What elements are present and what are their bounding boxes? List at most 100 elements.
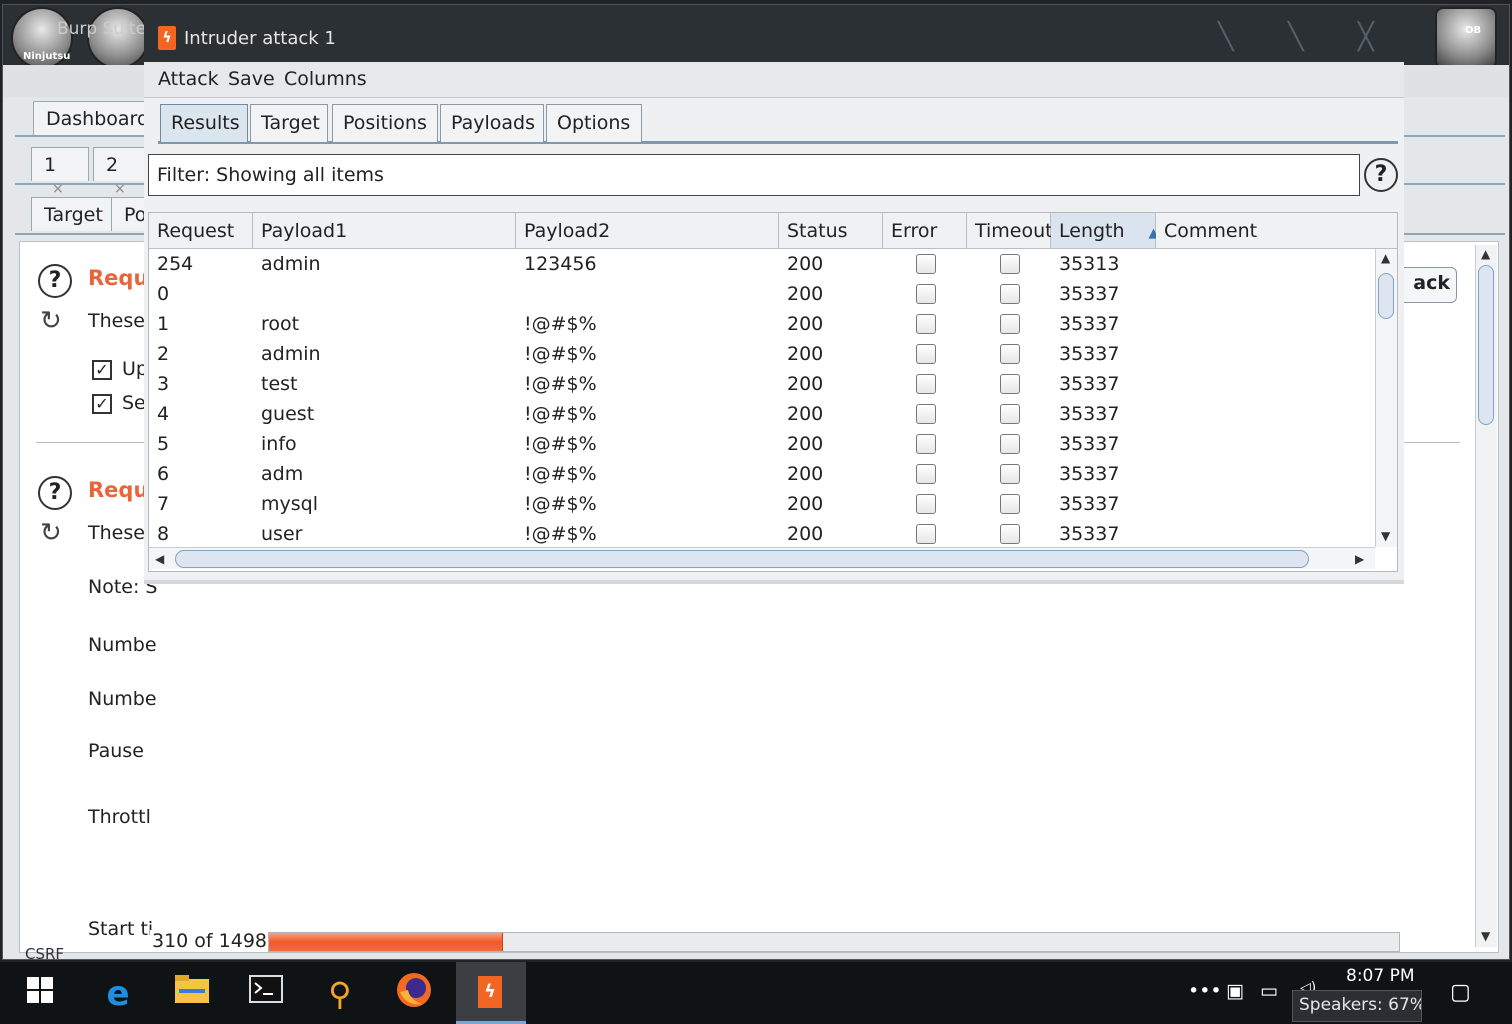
cell-request: 6	[157, 463, 170, 485]
tab-1[interactable]: 1 ×	[31, 147, 89, 197]
scroll-left-arrow-icon[interactable]: ◀	[155, 552, 164, 566]
cell-length: 35313	[1059, 253, 1120, 275]
results-table: Request Payload1 Payload2 Status Error T…	[148, 212, 1398, 572]
filter-help-icon[interactable]: ?	[1364, 158, 1398, 192]
table-row[interactable]: 8 user !@#$% 200 35337	[149, 519, 1375, 549]
tab-positions[interactable]: Positions	[332, 104, 438, 142]
cell-status: 200	[787, 313, 824, 335]
search-icon[interactable]: ⚲	[318, 972, 362, 1016]
main-vertical-scrollbar[interactable]: ▲ ▼	[1475, 245, 1497, 947]
col-timeout[interactable]: Timeout	[967, 213, 1053, 249]
table-row[interactable]: 7 mysql !@#$% 200 35337	[149, 489, 1375, 519]
cell-request: 7	[157, 493, 170, 515]
cell-payload2: !@#$%	[524, 433, 597, 455]
col-payload1[interactable]: Payload1	[253, 213, 516, 249]
network-tray-icon[interactable]: ▭	[1260, 980, 1278, 1002]
windows-start-icon[interactable]	[18, 972, 62, 1016]
taskbar-clock[interactable]: 8:07 PM	[1346, 966, 1415, 986]
maximize-icon[interactable]: ╲	[1288, 22, 1304, 52]
tray-overflow-icon[interactable]: •••	[1188, 980, 1222, 1002]
cell-payload2: !@#$%	[524, 463, 597, 485]
burp-icon: ϟ	[478, 976, 502, 1008]
minimize-icon[interactable]: ╲	[1218, 22, 1234, 52]
table-vertical-scrollbar[interactable]: ▲ ▼	[1375, 249, 1397, 547]
help-icon[interactable]: ?	[38, 264, 72, 298]
col-comment[interactable]: Comment	[1156, 213, 1397, 249]
menu-attack[interactable]: Attack	[158, 68, 219, 90]
error-checkbox	[916, 254, 936, 274]
table-row[interactable]: 1 root !@#$% 200 35337	[149, 309, 1375, 339]
timeout-checkbox	[1000, 524, 1020, 544]
tab-2[interactable]: 2 ×	[93, 147, 147, 197]
table-row[interactable]: 254 admin 123456 200 35313	[149, 249, 1375, 279]
menu-columns[interactable]: Columns	[284, 68, 367, 90]
cell-payload2: !@#$%	[524, 343, 597, 365]
tab-payloads[interactable]: Payloads	[440, 104, 544, 142]
col-error[interactable]: Error	[883, 213, 967, 249]
cell-request: 254	[157, 253, 194, 275]
terminal-icon[interactable]	[244, 972, 288, 1016]
cell-request: 0	[157, 283, 170, 305]
timeout-checkbox	[1000, 284, 1020, 304]
table-row[interactable]: 5 info !@#$% 200 35337	[149, 429, 1375, 459]
file-explorer-icon[interactable]	[170, 972, 214, 1016]
close-icon[interactable]: ╳	[1358, 22, 1374, 52]
tab-options[interactable]: Options	[546, 104, 642, 142]
help-icon[interactable]: ?	[38, 476, 72, 510]
set-connection-checkbox[interactable]: ✓	[92, 394, 112, 414]
restore-defaults-icon[interactable]: ↻	[40, 518, 62, 548]
table-vscroll-thumb[interactable]	[1378, 273, 1394, 319]
edge-icon[interactable]: e	[96, 972, 140, 1016]
tab-target[interactable]: Target	[250, 104, 328, 142]
col-request[interactable]: Request	[149, 213, 253, 249]
col-payload2[interactable]: Payload2	[516, 213, 779, 249]
scroll-down-arrow-icon[interactable]: ▼	[1381, 529, 1390, 543]
table-row[interactable]: 0 200 35337	[149, 279, 1375, 309]
cell-status: 200	[787, 463, 824, 485]
tab-results[interactable]: Results	[160, 104, 248, 142]
cell-payload1: admin	[261, 343, 321, 365]
burp-taskbar-button[interactable]: ϟ	[456, 962, 526, 1024]
main-scroll-thumb[interactable]	[1478, 265, 1494, 425]
table-row[interactable]: 3 test !@#$% 200 35337	[149, 369, 1375, 399]
attack-titlebar: ϟ Intruder attack 1 ╲ ╲ ╳	[144, 14, 1404, 62]
security-tray-icon[interactable]: ▣	[1226, 980, 1244, 1002]
pane-splitter[interactable]	[144, 580, 1404, 584]
cell-payload1: admin	[261, 253, 321, 275]
ob-desktop-icon[interactable]	[1435, 7, 1497, 69]
table-hscroll-thumb[interactable]	[175, 550, 1309, 568]
error-checkbox	[916, 344, 936, 364]
firefox-icon[interactable]	[392, 972, 436, 1016]
tab-target[interactable]: Target	[31, 197, 116, 231]
tab-dashboard[interactable]: Dashboard	[33, 101, 163, 135]
attack-window-title: Intruder attack 1	[184, 28, 336, 49]
col-length[interactable]: Length ▲	[1051, 213, 1159, 249]
update-content-length-checkbox[interactable]: ✓	[92, 360, 112, 380]
results-filter-bar[interactable]: Filter: Showing all items	[148, 154, 1360, 196]
scroll-down-arrow-icon[interactable]: ▼	[1481, 929, 1490, 943]
table-row[interactable]: 2 admin !@#$% 200 35337	[149, 339, 1375, 369]
cell-length: 35337	[1059, 433, 1120, 455]
cell-status: 200	[787, 373, 824, 395]
cell-payload2: !@#$%	[524, 493, 597, 515]
scroll-right-arrow-icon[interactable]: ▶	[1355, 552, 1364, 566]
scroll-up-arrow-icon[interactable]: ▲	[1481, 247, 1490, 261]
error-checkbox	[916, 434, 936, 454]
timeout-checkbox	[1000, 434, 1020, 454]
action-center-icon[interactable]: ▢	[1450, 980, 1471, 1005]
attack-menubar: Attack Save Columns	[144, 62, 1404, 98]
pause-label: Pause	[88, 740, 144, 762]
table-row[interactable]: 6 adm !@#$% 200 35337	[149, 459, 1375, 489]
restore-defaults-icon[interactable]: ↻	[40, 306, 62, 336]
table-horizontal-scrollbar[interactable]: ◀ ▶	[149, 547, 1375, 569]
col-status[interactable]: Status	[779, 213, 883, 249]
burp-logo-icon: ϟ	[158, 26, 176, 50]
error-checkbox	[916, 464, 936, 484]
menu-save[interactable]: Save	[228, 68, 275, 90]
scroll-up-arrow-icon[interactable]: ▲	[1381, 251, 1390, 265]
table-row[interactable]: 4 guest !@#$% 200 35337	[149, 399, 1375, 429]
start-attack-button[interactable]: ack	[1399, 267, 1457, 303]
volume-tooltip: Speakers: 67%	[1292, 990, 1422, 1022]
throttle-label: Throttl	[88, 806, 151, 828]
timeout-checkbox	[1000, 344, 1020, 364]
